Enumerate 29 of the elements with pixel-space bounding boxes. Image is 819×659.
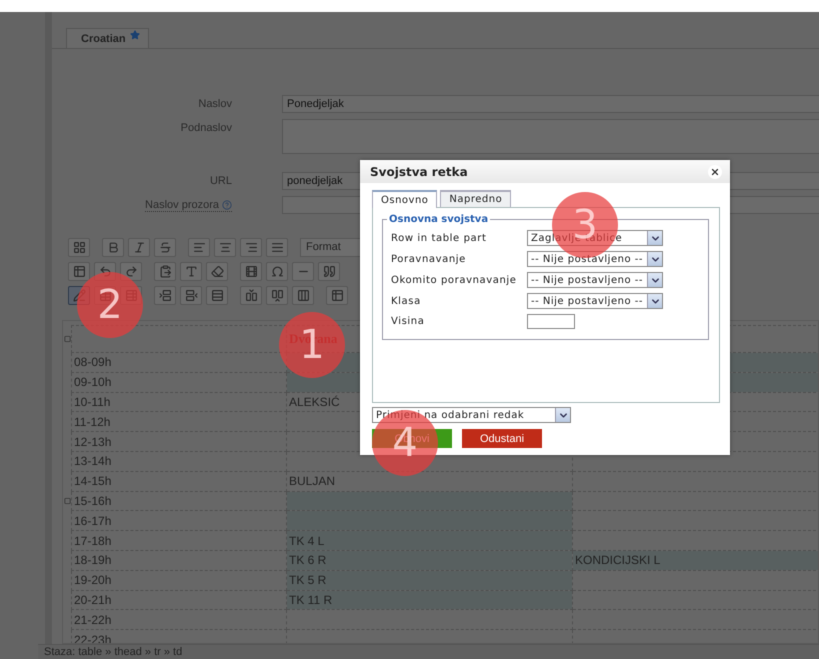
group-title: Osnovna svojstva [388,214,490,225]
field-label: Klasa [391,296,422,306]
field-label: Naslov prozora [145,196,232,212]
field-label: Visina [391,316,426,327]
table-cell: 12-13h [72,432,286,452]
table-cell: 18-19h [72,550,286,570]
table-cell: 20-21h [72,590,286,610]
field-label: Row in table part [391,232,488,244]
table-cell: 10-11h [72,392,286,412]
table-cell: TK 11 R [286,590,572,610]
dialog-title: Svojstva retka [370,164,468,178]
table-cell: 16-17h [72,510,286,531]
table-cell: 13-14h [72,451,286,472]
field-label: Poravnavanje [391,254,467,264]
table-cell: KONDICIJSKI L [572,550,818,570]
field-label: Okomito poravnavanje [391,274,518,286]
table-cell: TK 4 L [286,530,572,550]
table-cell: 11-12h [72,412,286,432]
field-label: URL [210,174,232,189]
table-cell: 17-18h [72,530,286,550]
status-bar: Staza: table » thead » tr » td [38,644,819,659]
table-cell: 14-15h [72,471,286,492]
table-cell: TK 6 R [286,550,572,570]
table-cell: 19-20h [72,570,286,590]
table-cell: TK 5 R [286,570,572,590]
table-cell: 21-22h [72,610,286,630]
field-label: Podnaslov [180,121,232,136]
table-cell: 09-10h [72,372,286,392]
field-label: Naslov [198,97,232,112]
